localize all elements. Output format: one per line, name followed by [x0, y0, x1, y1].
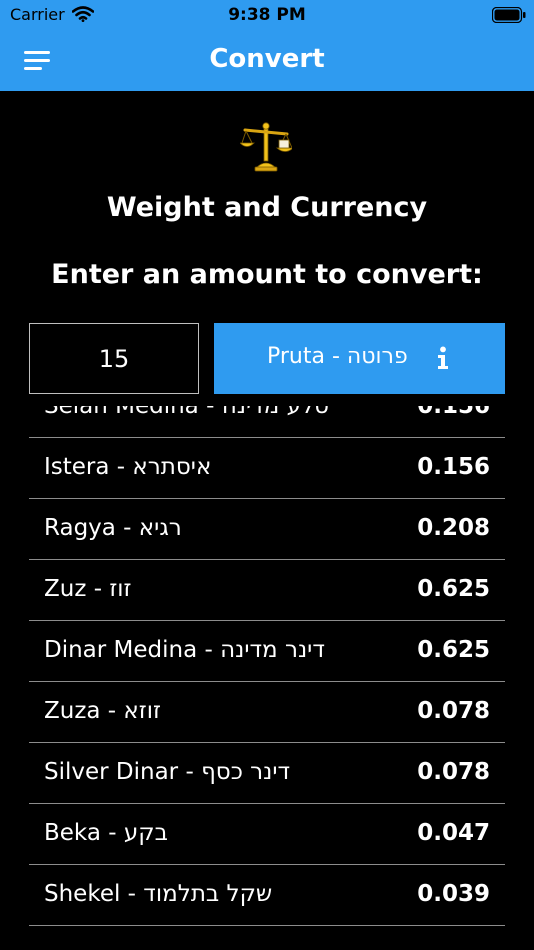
convert-prompt: Enter an amount to convert: [51, 259, 483, 290]
unit-name: Ragya - רגיא [44, 515, 182, 541]
list-item[interactable]: Istera - איסתרא 0.156 [29, 438, 505, 499]
unit-name: Selah Medina - סלע מדינה [44, 406, 329, 419]
list-item[interactable]: Zuza - זוזא 0.078 [29, 682, 505, 743]
unit-name: Dinar Medina - דינר מדינה [44, 637, 325, 663]
unit-name: Beka - בקע [44, 820, 168, 846]
list-item[interactable]: Selah Medina - סלע מדינה 0.156 [29, 406, 505, 438]
list-item[interactable]: Silver Dinar - דינר כסף 0.078 [29, 743, 505, 804]
list-item[interactable]: Beka - בקע 0.047 [29, 804, 505, 865]
battery-icon [492, 7, 526, 23]
clock: 9:38 PM [228, 5, 306, 25]
status-bar: Carrier 9:38 PM [0, 0, 534, 30]
unit-name: Shekel - שקל בתלמוד [44, 881, 273, 907]
home-indicator [180, 936, 354, 941]
unit-value: 0.047 [417, 820, 490, 846]
section-title: Weight and Currency [106, 192, 428, 223]
unit-name: Zuza - זוזא [44, 698, 161, 724]
unit-value: 0.208 [417, 515, 490, 541]
results-list-content: Selah Medina - סלע מדינה 0.156 Istera - … [29, 406, 505, 926]
list-item[interactable]: Zuz - זוז 0.625 [29, 560, 505, 621]
amount-input[interactable] [29, 323, 199, 394]
list-item[interactable]: Ragya - רגיא 0.208 [29, 499, 505, 560]
unit-value: 0.156 [417, 406, 490, 419]
navigation-bar: Convert [0, 30, 534, 91]
list-item[interactable]: Dinar Medina - דינר מדינה 0.625 [29, 621, 505, 682]
unit-name: Silver Dinar - דינר כסף [44, 759, 291, 785]
list-item[interactable]: Shekel - שקל בתלמוד 0.039 [29, 865, 505, 926]
scale-icon [240, 122, 292, 172]
unit-select-button[interactable]: Pruta - פרוטה [214, 323, 505, 394]
unit-value: 0.156 [417, 454, 490, 480]
unit-value: 0.625 [417, 576, 490, 602]
top-bar: Carrier 9:38 PM Convert [0, 0, 534, 91]
page-title: Convert [209, 44, 325, 74]
unit-value: 0.078 [417, 759, 490, 785]
results-list[interactable]: Selah Medina - סלע מדינה 0.156 Istera - … [29, 406, 505, 926]
info-icon [438, 346, 448, 369]
unit-label: Pruta - פרוטה [267, 344, 408, 369]
unit-value: 0.078 [417, 698, 490, 724]
unit-value: 0.039 [417, 881, 490, 907]
unit-name: Zuz - זוז [44, 576, 132, 602]
unit-value: 0.625 [417, 637, 490, 663]
unit-name: Istera - איסתרא [44, 454, 212, 480]
